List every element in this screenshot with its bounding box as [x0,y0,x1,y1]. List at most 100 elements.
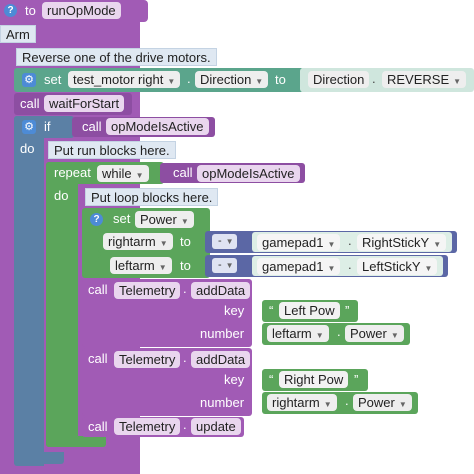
function-to-label: to [25,3,36,18]
set-direction-to-label: to [275,72,286,87]
telemetry-1-object: Telemetry [114,282,181,299]
telemetry-2-call-label: call [88,351,108,366]
number-motor-2-value: rightarm [272,395,320,410]
repeat-label: repeat [54,165,91,180]
set-direction-label: set [44,72,62,87]
leftarm-to-label: to [180,258,191,273]
comment-reverse[interactable]: Reverse one of the drive motors. [16,48,217,66]
dot-separator: . [337,324,341,339]
dropdown-arrow-icon: ▼ [398,400,407,409]
telemetry-2-key-label: key [224,372,245,387]
telemetry-2-object: Telemetry [114,351,181,368]
if-call-label: call [82,119,102,134]
direction-enum-value-dropdown[interactable]: REVERSE ▼ [382,71,467,88]
comment-loop-blocks[interactable]: Put loop blocks here. [85,188,219,206]
negate-op-dropdown[interactable]: - ▼ [212,234,237,249]
direction-enum-value: REVERSE [387,72,450,87]
gamepad-left-value: gamepad1 [262,259,324,274]
number-motor-2-dropdown[interactable]: rightarm ▼ [267,394,337,411]
rightarm-motor-value: rightarm [108,234,156,249]
dropdown-arrow-icon: ▼ [390,331,399,340]
gamepad-left-dropdown[interactable]: gamepad1 ▼ [257,258,341,275]
negate-op-value: - [218,235,222,247]
if-block-footer[interactable] [14,452,64,464]
telemetry-3-call-label: call [88,419,108,434]
telemetry-1-number-label: number [200,326,245,341]
quote-open: “ [269,303,274,318]
if-do-label: do [20,141,35,156]
telemetry-1-method: addData [191,282,251,299]
left-stick-value: LeftStickY [362,259,421,274]
dot-separator: . [372,71,376,86]
dot-separator: . [345,393,349,408]
telemetry-1-key-label: key [224,303,245,318]
repeat-mode-dropdown[interactable]: while ▼ [97,165,149,182]
number-property-2-value: Power [358,395,395,410]
number-property-1-dropdown[interactable]: Power ▼ [345,325,404,342]
dropdown-arrow-icon: ▼ [135,171,144,180]
gamepad-right-value: gamepad1 [262,235,324,250]
dropdown-arrow-icon: ▼ [225,261,234,270]
dropdown-arrow-icon: ▼ [225,237,234,246]
leftarm-motor-value: leftarm [115,258,155,273]
gamepad-right-dropdown[interactable]: gamepad1 ▼ [257,234,341,251]
repeat-do-label: do [54,188,69,203]
right-stick-dropdown[interactable]: RightStickY ▼ [357,234,447,251]
quote-close: ” [345,303,350,318]
dot-separator: . [183,281,187,296]
repeat-block-footer[interactable] [46,436,106,447]
dropdown-arrow-icon: ▼ [323,400,332,409]
telemetry-2-number-label: number [200,395,245,410]
direction-property-dropdown[interactable]: Direction ▼ [195,71,269,88]
dot-separator: . [187,71,191,86]
power-property-value: Power [140,212,177,227]
dot-separator: . [183,417,187,432]
negate-op-dropdown[interactable]: - ▼ [212,258,237,273]
comment-arm[interactable]: Arm [0,25,36,43]
dot-separator: . [348,257,352,272]
dropdown-arrow-icon: ▼ [167,77,176,86]
dropdown-arrow-icon: ▼ [315,331,324,340]
direction-enum-type: Direction [308,71,370,88]
left-stick-dropdown[interactable]: LeftStickY ▼ [357,258,438,275]
rightarm-motor-dropdown[interactable]: rightarm ▼ [103,233,173,250]
direction-motor-dropdown[interactable]: test_motor right ▼ [68,71,181,88]
right-stick-value: RightStickY [362,235,430,250]
gear-icon[interactable]: ⚙ [22,120,36,134]
if-label: if [44,119,51,134]
number-property-2-dropdown[interactable]: Power ▼ [353,394,412,411]
dropdown-arrow-icon: ▼ [158,263,167,272]
power-property-dropdown[interactable]: Power ▼ [135,211,194,228]
dropdown-arrow-icon: ▼ [327,240,336,249]
dropdown-arrow-icon: ▼ [424,264,433,273]
if-condition-method: opModeIsActive [106,118,209,135]
dot-separator: . [183,350,187,365]
help-icon[interactable]: ? [90,213,103,226]
direction-property-value: Direction [200,72,252,87]
number-motor-1-dropdown[interactable]: leftarm ▼ [267,325,329,342]
quote-open: “ [269,372,274,387]
quote-close: ” [354,372,359,387]
number-motor-1-value: leftarm [272,326,312,341]
wait-method-name: waitForStart [44,95,125,112]
dot-separator: . [348,233,352,248]
key-value-1-field[interactable]: Left Pow [279,302,340,319]
gear-icon[interactable]: ⚙ [22,73,36,87]
if-block[interactable] [14,116,44,466]
dropdown-arrow-icon: ▼ [255,77,264,86]
set-power-label: set [113,211,131,226]
telemetry-3-method: update [191,418,241,435]
dropdown-arrow-icon: ▼ [180,217,189,226]
dropdown-arrow-icon: ▼ [327,264,336,273]
help-icon[interactable]: ? [4,4,17,17]
wait-call-label: call [20,96,40,111]
key-value-2-field[interactable]: Right Pow [279,371,349,388]
dropdown-arrow-icon: ▼ [159,239,168,248]
repeat-call-label: call [173,165,193,180]
telemetry-2-method: addData [191,351,251,368]
comment-run-blocks[interactable]: Put run blocks here. [48,141,176,159]
telemetry-3-object: Telemetry [114,418,181,435]
dropdown-arrow-icon: ▼ [433,240,442,249]
function-name-field[interactable]: runOpMode [42,2,121,19]
leftarm-motor-dropdown[interactable]: leftarm ▼ [110,257,172,274]
